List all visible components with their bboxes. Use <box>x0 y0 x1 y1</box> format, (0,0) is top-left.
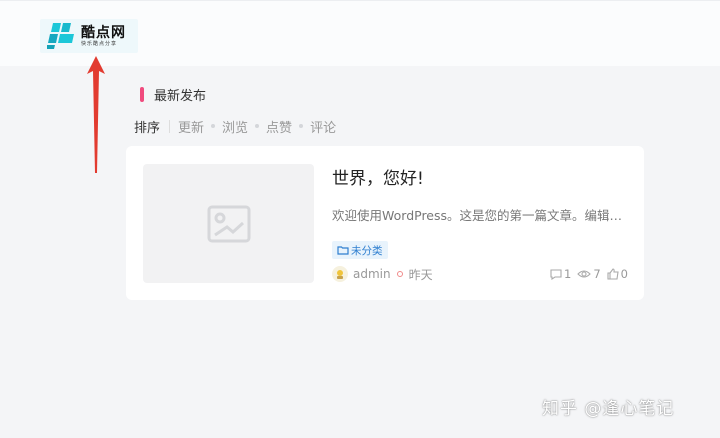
category-label: 未分类 <box>351 244 383 257</box>
watermark: 知乎 @逢心笔记 <box>542 399 675 419</box>
sort-dot <box>211 124 216 128</box>
thumbs-up-icon <box>607 268 619 280</box>
post-thumbnail[interactable] <box>143 164 314 283</box>
site-logo[interactable]: 酷点网 快乐酷点分享 <box>40 19 138 53</box>
sort-divider <box>169 119 171 133</box>
sort-option-views[interactable]: 浏览 <box>222 117 248 136</box>
section-title-text: 最新发布 <box>154 88 207 104</box>
like-count: 0 <box>620 267 628 281</box>
comment-stat[interactable]: 1 <box>550 267 571 281</box>
view-stat: 7 <box>577 267 601 281</box>
post-card: 世界，您好! 欢迎使用WordPress。这是您的第一篇文章。编辑或删除它，然后… <box>126 146 644 300</box>
meta-separator-dot <box>396 271 403 277</box>
eye-icon <box>577 270 592 278</box>
view-count: 7 <box>593 267 601 281</box>
comment-count: 1 <box>564 267 572 281</box>
sort-bar: 排序 更新 浏览 点赞 评论 <box>134 117 336 136</box>
category-badge[interactable]: 未分类 <box>332 241 388 259</box>
site-name: 酷点网 <box>81 24 126 41</box>
section-accent-bar <box>140 86 144 102</box>
sort-label: 排序 <box>134 120 161 136</box>
sort-option-likes[interactable]: 点赞 <box>266 117 292 136</box>
like-stat[interactable]: 0 <box>607 267 628 281</box>
comment-icon <box>550 268 562 280</box>
sort-dot <box>255 124 260 128</box>
folder-icon <box>337 246 349 255</box>
section-title: 最新发布 <box>140 85 207 104</box>
post-stats: 1 7 0 <box>550 267 628 281</box>
site-slogan: 快乐酷点分享 <box>81 40 118 47</box>
sort-option-comments[interactable]: 评论 <box>310 117 336 136</box>
sort-option-update[interactable]: 更新 <box>178 117 204 136</box>
red-arrow-annotation-icon <box>87 56 105 173</box>
post-excerpt: 欢迎使用WordPress。这是您的第一篇文章。编辑或删除它，然后开始写作吧！ <box>332 208 628 223</box>
author-avatar[interactable] <box>332 266 348 282</box>
sort-dot <box>299 124 304 128</box>
image-placeholder-icon <box>207 205 250 242</box>
logo-icon <box>47 22 75 50</box>
post-title[interactable]: 世界，您好! <box>332 164 424 189</box>
post-time: 昨天 <box>408 267 433 282</box>
author-name[interactable]: admin <box>353 267 391 281</box>
post-meta: admin 昨天 1 7 0 <box>332 265 628 283</box>
site-header: 酷点网 快乐酷点分享 <box>0 0 720 66</box>
